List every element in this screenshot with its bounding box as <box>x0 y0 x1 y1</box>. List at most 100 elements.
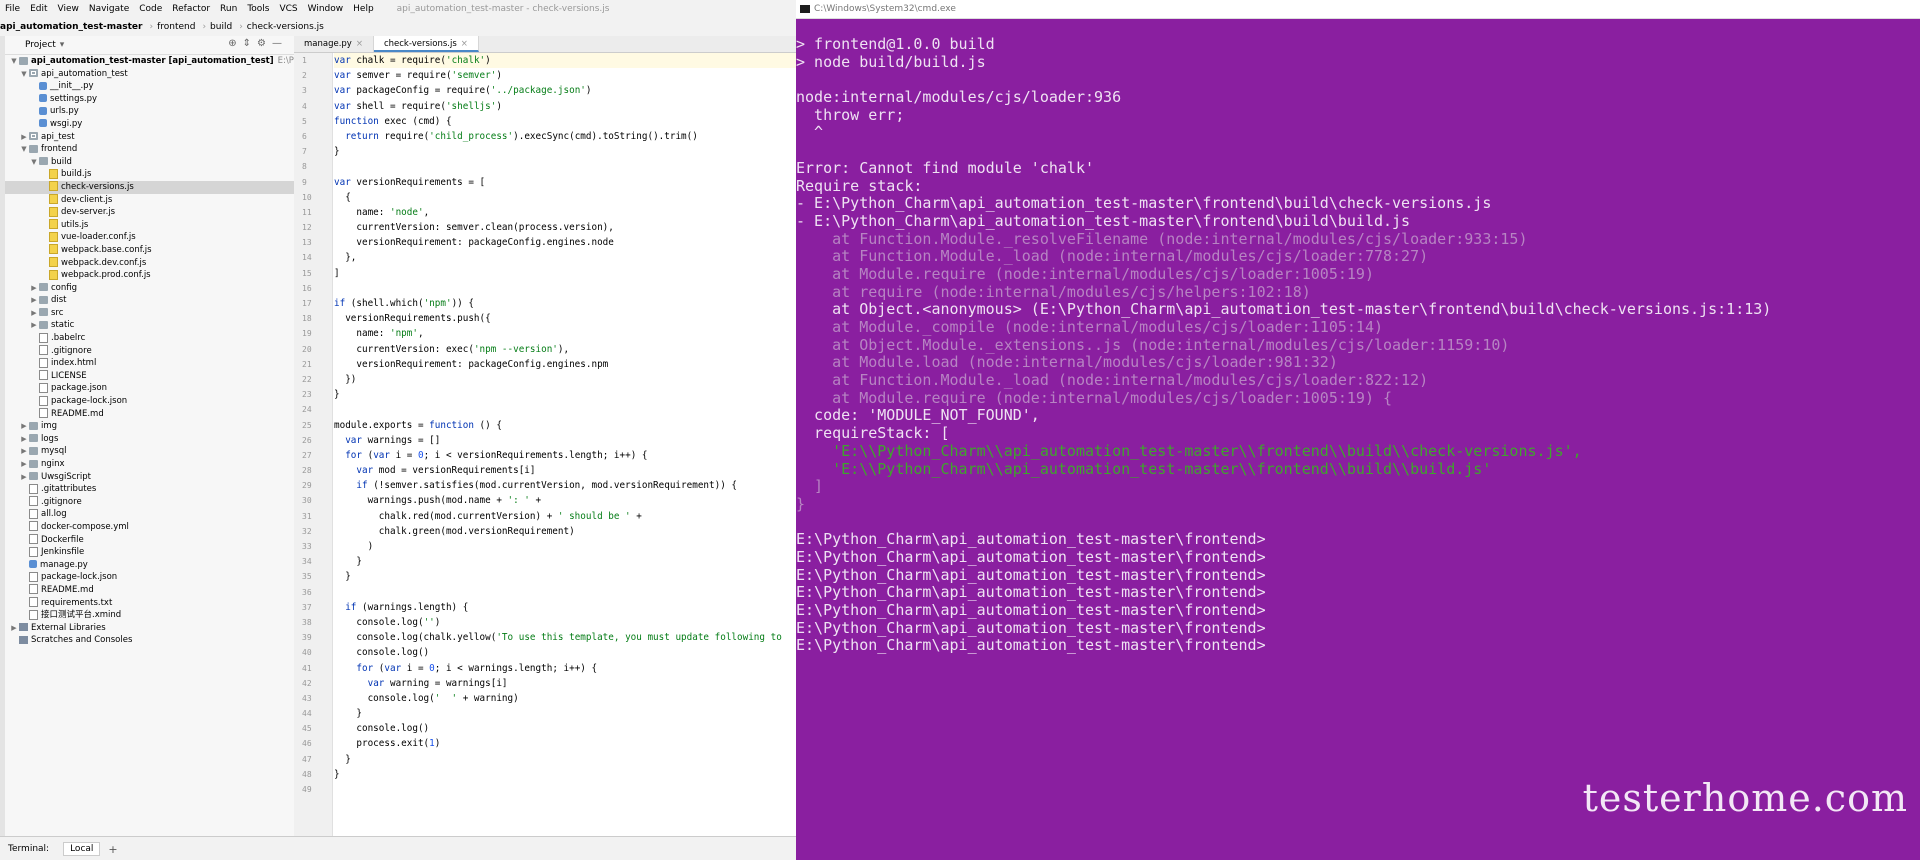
code-line[interactable]: var warnings = [] <box>334 433 796 448</box>
tree-item[interactable]: index.html <box>5 357 294 370</box>
tree-item[interactable]: ▶ src <box>5 307 294 320</box>
code-line[interactable]: name: 'node', <box>334 205 796 220</box>
tree-item[interactable]: dev-client.js <box>5 194 294 207</box>
chevron-down-icon[interactable]: ▼ <box>9 55 19 68</box>
close-icon[interactable]: × <box>356 39 363 49</box>
code-line[interactable]: currentVersion: semver.clean(process.ver… <box>334 220 796 235</box>
breadcrumb-item[interactable]: api_automation_test-master <box>0 22 142 32</box>
tree-item[interactable]: 接口测试平台.xmind <box>5 609 294 622</box>
tree-item[interactable]: ▶ nginx <box>5 458 294 471</box>
menu-file[interactable]: File <box>5 4 20 14</box>
chevron-right-icon[interactable]: ▶ <box>19 420 29 433</box>
chevron-down-icon[interactable]: ▼ <box>29 156 39 169</box>
tree-item[interactable]: .gitignore <box>5 345 294 358</box>
code-line[interactable]: } <box>334 387 796 402</box>
editor-tab[interactable]: check-versions.js × <box>373 36 479 52</box>
code-line[interactable]: process.exit(1) <box>334 736 796 751</box>
tree-item[interactable]: __init__.py <box>5 80 294 93</box>
code-line[interactable]: if (shell.which('npm')) { <box>334 296 796 311</box>
code-line[interactable]: versionRequirements.push({ <box>334 311 796 326</box>
chevron-right-icon[interactable]: ▶ <box>29 307 39 320</box>
code-line[interactable]: { <box>334 190 796 205</box>
code-line[interactable]: var chalk = require('chalk') <box>334 53 796 69</box>
tree-item[interactable]: package-lock.json <box>5 571 294 584</box>
tree-item[interactable]: check-versions.js <box>5 180 294 194</box>
tree-item[interactable]: webpack.base.conf.js <box>5 244 294 257</box>
tree-item[interactable]: ▼ api_automation_test-master [api_automat… <box>5 55 294 68</box>
tree-item[interactable]: vue-loader.conf.js <box>5 231 294 244</box>
chevron-right-icon[interactable]: ▶ <box>29 282 39 295</box>
tree-item[interactable]: .babelrc <box>5 332 294 345</box>
chevron-right-icon[interactable]: ▶ <box>29 319 39 332</box>
tree-item[interactable]: urls.py <box>5 105 294 118</box>
cmd-output[interactable]: > frontend@1.0.0 build > node build/build… <box>796 35 1920 655</box>
code-line[interactable]: var versionRequirements = [ <box>334 175 796 190</box>
code-line[interactable]: var packageConfig = require('../package.… <box>334 83 796 98</box>
code-line[interactable]: for (var i = 0; i < versionRequirements.… <box>334 448 796 463</box>
code-line[interactable]: function exec (cmd) { <box>334 114 796 129</box>
code-line[interactable]: var shell = require('shelljs') <box>334 99 796 114</box>
editor-tab[interactable]: manage.py × <box>294 36 374 52</box>
code-line[interactable]: currentVersion: exec('npm --version'), <box>334 342 796 357</box>
chevron-right-icon[interactable]: ▶ <box>19 433 29 446</box>
add-terminal-button[interactable]: + <box>108 843 117 856</box>
chevron-right-icon[interactable]: ▶ <box>19 471 29 484</box>
tree-item[interactable]: ▶ img <box>5 420 294 433</box>
tree-item[interactable]: dev-server.js <box>5 206 294 219</box>
tree-item[interactable]: settings.py <box>5 93 294 106</box>
code-line[interactable]: console.log('') <box>334 615 796 630</box>
tree-item[interactable]: LICENSE <box>5 370 294 383</box>
breadcrumb-item[interactable]: frontend <box>157 22 195 32</box>
code-line[interactable]: versionRequirement: packageConfig.engine… <box>334 235 796 250</box>
tree-item[interactable]: README.md <box>5 584 294 597</box>
close-icon[interactable]: × <box>461 39 468 49</box>
chevron-right-icon[interactable]: ▶ <box>9 622 19 635</box>
code-line[interactable]: console.log() <box>334 721 796 736</box>
panel-toolbar[interactable]: ⊕⇕⚙— <box>228 38 288 49</box>
tree-item[interactable]: ▼ build <box>5 156 294 169</box>
tree-item[interactable]: .gitignore <box>5 496 294 509</box>
tree-item[interactable]: Dockerfile <box>5 534 294 547</box>
tree-item[interactable]: .gitattributes <box>5 483 294 496</box>
tree-item[interactable]: docker-compose.yml <box>5 521 294 534</box>
tree-item[interactable]: ▶ api_test <box>5 131 294 144</box>
tree-item[interactable]: ▼ frontend <box>5 143 294 156</box>
code-line[interactable]: if (warnings.length) { <box>334 600 796 615</box>
tree-item[interactable]: ▶ dist <box>5 294 294 307</box>
menu-code[interactable]: Code <box>139 4 162 14</box>
menu-tools[interactable]: Tools <box>247 4 269 14</box>
menu-edit[interactable]: Edit <box>30 4 47 14</box>
code-line[interactable]: if (!semver.satisfies(mod.currentVersion… <box>334 478 796 493</box>
tree-item[interactable]: ▶ External Libraries <box>5 622 294 635</box>
menu-refactor[interactable]: Refactor <box>172 4 210 14</box>
code-line[interactable]: console.log() <box>334 645 796 660</box>
code-line[interactable]: } <box>334 569 796 584</box>
code-line[interactable]: versionRequirement: packageConfig.engine… <box>334 357 796 372</box>
tree-item[interactable]: webpack.dev.conf.js <box>5 257 294 270</box>
terminal-tab-local[interactable]: Local <box>63 842 101 856</box>
code-line[interactable] <box>334 159 796 174</box>
breadcrumb-item[interactable]: check-versions.js <box>247 22 324 32</box>
chevron-down-icon[interactable]: ▼ <box>19 143 29 156</box>
code-line[interactable] <box>334 281 796 296</box>
code-line[interactable]: } <box>334 144 796 159</box>
code-line[interactable]: for (var i = 0; i < warnings.length; i++… <box>334 661 796 676</box>
code-editor[interactable]: var chalk = require('chalk') var semver =… <box>334 53 796 836</box>
project-panel-header[interactable]: Project ▾ ⊕⇕⚙— <box>5 36 294 55</box>
menu-help[interactable]: Help <box>353 4 374 14</box>
tree-item[interactable]: package-lock.json <box>5 395 294 408</box>
code-line[interactable]: warnings.push(mod.name + ': ' + <box>334 493 796 508</box>
tree-item[interactable]: ▶ mysql <box>5 445 294 458</box>
code-line[interactable]: module.exports = function () { <box>334 418 796 433</box>
code-line[interactable]: var mod = versionRequirements[i] <box>334 463 796 478</box>
code-line[interactable]: } <box>334 752 796 767</box>
menu-view[interactable]: View <box>58 4 79 14</box>
tree-item[interactable]: manage.py <box>5 559 294 572</box>
tree-item[interactable]: package.json <box>5 382 294 395</box>
dropdown-arrow-icon[interactable]: ▾ <box>60 40 65 50</box>
chevron-right-icon[interactable]: ▶ <box>19 131 29 144</box>
tree-item[interactable]: ▶ config <box>5 282 294 295</box>
code-line[interactable]: var warning = warnings[i] <box>334 676 796 691</box>
menu-vcs[interactable]: VCS <box>279 4 297 14</box>
menu-run[interactable]: Run <box>220 4 237 14</box>
